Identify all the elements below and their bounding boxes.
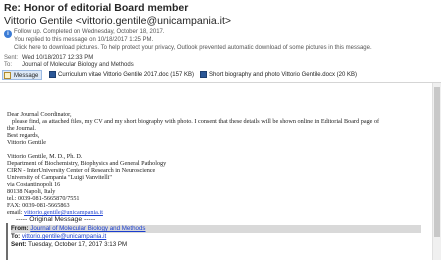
quoted-to-label: To: [11, 233, 21, 240]
quoted-sent: Sent: Tuesday, October 17, 2017 3:13 PM [11, 241, 127, 248]
body-paragraph: please find, as attached files, my CV an… [12, 118, 380, 125]
greeting: Dear Journal Coordinator, [7, 111, 72, 118]
quoted-from-label: From: [11, 225, 29, 232]
attachments-bar: Message Curriculum vitae Vittorio Gentil… [2, 70, 439, 81]
signature-line: tel.: 0039-081-5665870/7551 [7, 195, 80, 202]
sender-name[interactable]: Vittorio Gentile <vittorio.gentile@unica… [4, 15, 231, 27]
to-value[interactable]: Journal of Molecular Biology and Methods [22, 62, 134, 68]
quoted-sent-label: Sent: [11, 241, 27, 248]
sent-label: Sent: [4, 55, 19, 61]
signature-line: Department of Biochemistry, Biophysics a… [7, 160, 167, 167]
quoted-sent-value: Tuesday, October 17, 2017 3:13 PM [28, 241, 128, 248]
attachment-biography[interactable]: Short biography and photo Vittorio Genti… [199, 70, 357, 80]
word-document-icon [200, 71, 207, 78]
envelope-icon [4, 72, 11, 79]
subject-line: Re: Honor of editorial Board member [4, 2, 189, 14]
body-paragraph-cont: the Journal. [7, 125, 36, 132]
original-message-divider: ----- Original Message ----- [16, 216, 96, 223]
sent-value: Wed 10/18/2017 12:33 PM [22, 55, 94, 61]
attachment-message-tab[interactable]: Message [2, 70, 42, 80]
to-label: To: [4, 62, 13, 68]
signature-line: CIRN - InterUniversity Center of Researc… [7, 167, 156, 174]
message-body: Dear Journal Coordinator, please find, a… [0, 83, 430, 260]
email-label: email: [7, 209, 23, 216]
quoted-to-link[interactable]: vittorio.gentile@unicampania.it [22, 233, 106, 240]
quoted-from-link[interactable]: Journal of Molecular Biology and Methods [30, 225, 145, 232]
signature-email: email: vittorio.gentile@unicampania.it [7, 209, 103, 216]
signature-line: 80138 Napoli, Italy [7, 188, 56, 195]
quoted-to: To: vittorio.gentile@unicampania.it [11, 233, 106, 240]
message-header: Re: Honor of editorial Board member Vitt… [0, 0, 441, 81]
info-icon: i [4, 30, 12, 38]
sign-name: Vittorio Gentile [7, 139, 46, 146]
attachment-biography-label: Short biography and photo Vittorio Genti… [209, 72, 357, 78]
info-replied: You replied to this message on 10/18/201… [14, 37, 154, 43]
info-download-pictures[interactable]: Click here to download pictures. To help… [14, 45, 372, 51]
signature-line: FAX: 0039-081-5665863 [7, 202, 70, 209]
signature-line: Vittorio Gentile, M. D., Ph. D. [7, 153, 83, 160]
word-document-icon [49, 71, 56, 78]
attachment-cv-label: Curriculum vitae Vittorio Gentile 2017.d… [58, 72, 194, 78]
signature-line: via Costantinopoli 16 [7, 181, 61, 188]
quote-bar [6, 223, 8, 260]
regards: Best regards, [7, 132, 40, 139]
attachment-cv[interactable]: Curriculum vitae Vittorio Gentile 2017.d… [48, 70, 194, 80]
email-link[interactable]: vittorio.gentile@unicampania.it [24, 209, 103, 216]
scrollbar-thumb[interactable] [434, 87, 440, 237]
vertical-scrollbar[interactable] [432, 83, 441, 260]
info-followup: Follow up. Completed on Wednesday, Octob… [14, 29, 165, 35]
quoted-from: From: Journal of Molecular Biology and M… [11, 225, 146, 232]
signature-line: University of Campania "Luigi Vanvitelli… [7, 174, 112, 181]
attachment-message-label: Message [14, 73, 39, 79]
